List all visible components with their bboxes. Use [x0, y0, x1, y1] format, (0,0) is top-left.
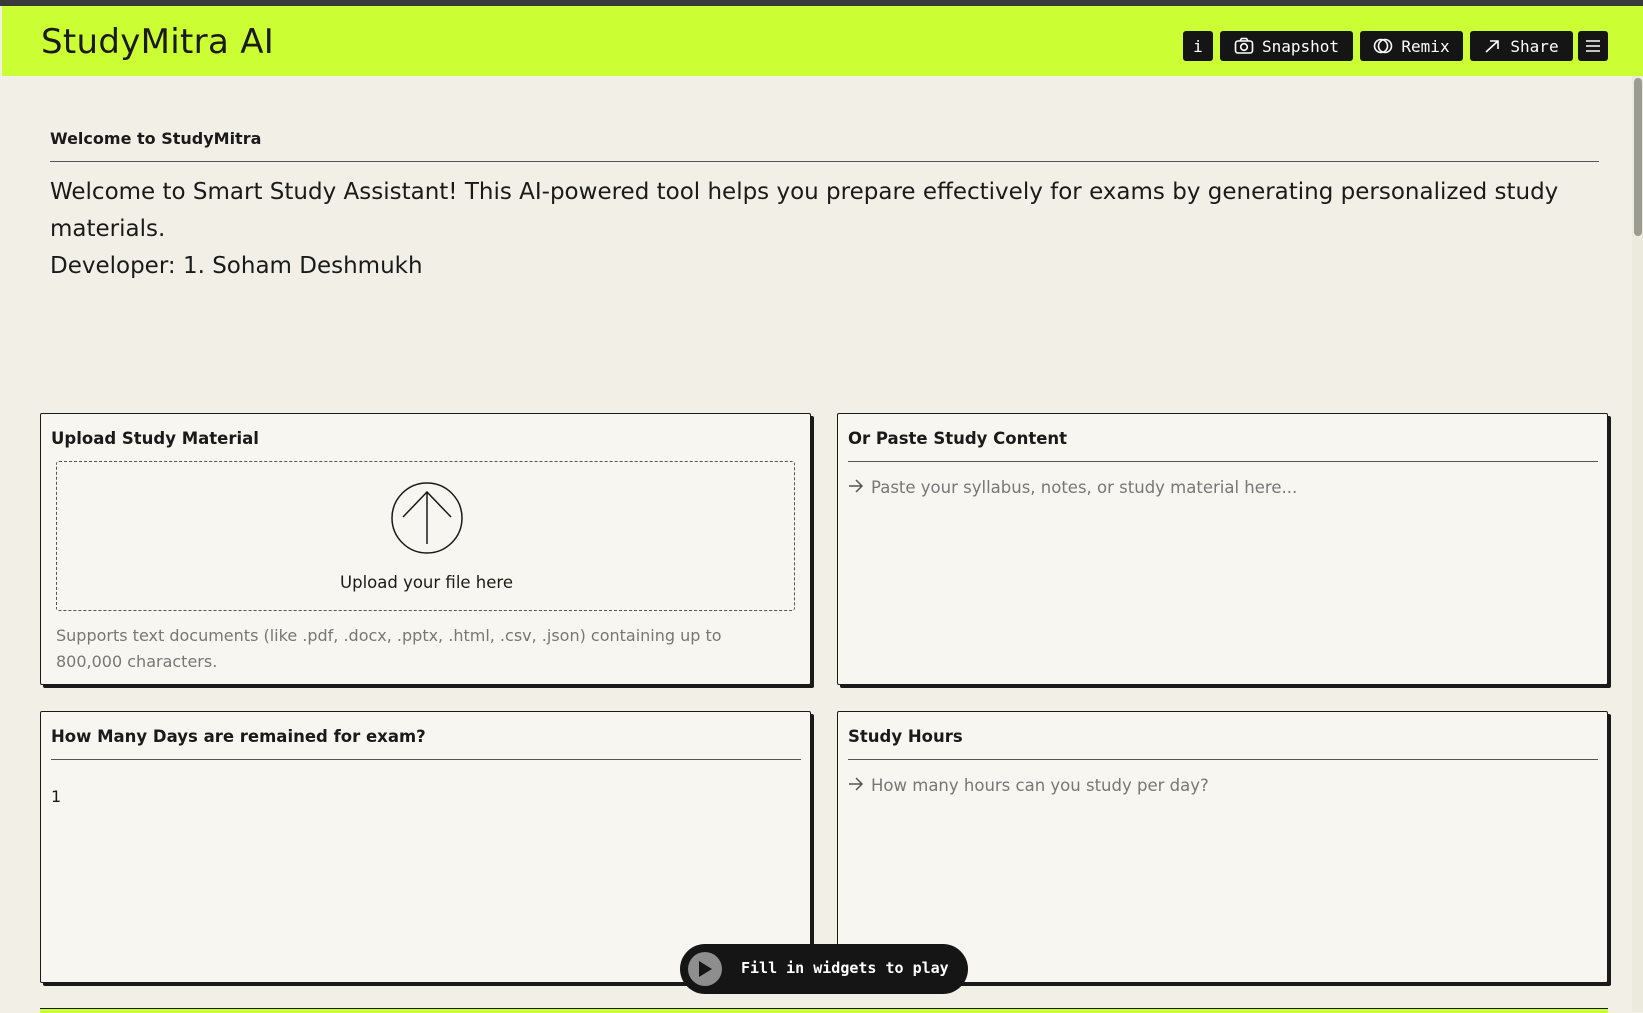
share-button[interactable]: Share — [1470, 31, 1573, 61]
app-title: StudyMitra AI — [41, 22, 275, 62]
snapshot-button[interactable]: Snapshot — [1220, 31, 1353, 61]
play-icon — [688, 952, 722, 986]
welcome-description: Welcome to Smart Study Assistant! This A… — [50, 179, 1559, 242]
study-hours-input[interactable]: How many hours can you study per day? — [848, 776, 1209, 795]
welcome-heading: Welcome to StudyMitra — [50, 129, 262, 148]
menu-button[interactable] — [1578, 31, 1608, 61]
hours-panel-title: Study Hours — [848, 727, 963, 746]
remix-button[interactable]: Remix — [1360, 31, 1463, 61]
file-drop-zone[interactable]: Upload your file here — [56, 461, 795, 611]
info-button[interactable]: i — [1183, 31, 1213, 61]
hamburger-menu-icon — [1585, 39, 1601, 53]
paste-panel-title: Or Paste Study Content — [848, 429, 1068, 448]
upload-arrow-icon — [391, 482, 463, 554]
info-label: i — [1193, 36, 1203, 56]
remix-icon — [1373, 37, 1393, 55]
play-button[interactable]: Fill in widgets to play — [680, 944, 968, 994]
upload-label: Upload your file here — [340, 573, 513, 592]
scrollbar-thumb[interactable] — [1634, 78, 1642, 236]
hours-panel: Study Hours How many hours can you study… — [837, 711, 1608, 983]
camera-icon — [1234, 37, 1254, 55]
arrow-right-icon — [848, 776, 864, 795]
hours-panel-divider — [848, 759, 1598, 760]
supported-formats-note: Supports text documents (like .pdf, .doc… — [56, 626, 722, 671]
developer-credit: Developer: 1. Soham Deshmukh — [50, 253, 423, 279]
upload-panel-title: Upload Study Material — [51, 429, 259, 448]
days-panel-divider — [51, 759, 801, 760]
welcome-divider — [50, 161, 1599, 162]
welcome-text: Welcome to Smart Study Assistant! This A… — [50, 174, 1580, 285]
study-content-placeholder: Paste your syllabus, notes, or study mat… — [871, 478, 1298, 497]
days-panel: How Many Days are remained for exam? 1 — [40, 711, 811, 983]
app-header: StudyMitra AI i Snapshot Remix Share — [2, 6, 1643, 76]
upload-panel: Upload Study Material Upload your file h… — [40, 413, 811, 685]
paste-panel: Or Paste Study Content Paste your syllab… — [837, 413, 1608, 685]
study-hours-placeholder: How many hours can you study per day? — [871, 776, 1209, 795]
next-panel-edge — [40, 1008, 1608, 1013]
paste-panel-divider — [848, 461, 1598, 462]
snapshot-label: Snapshot — [1261, 36, 1340, 56]
play-label: Fill in widgets to play — [741, 959, 949, 977]
share-label: Share — [1510, 36, 1559, 56]
study-content-input[interactable]: Paste your syllabus, notes, or study mat… — [848, 478, 1297, 497]
share-arrow-icon — [1484, 38, 1502, 54]
arrow-right-icon — [848, 478, 864, 497]
remix-label: Remix — [1401, 36, 1450, 56]
days-remaining-input[interactable]: 1 — [51, 787, 61, 806]
days-panel-title: How Many Days are remained for exam? — [51, 727, 426, 746]
